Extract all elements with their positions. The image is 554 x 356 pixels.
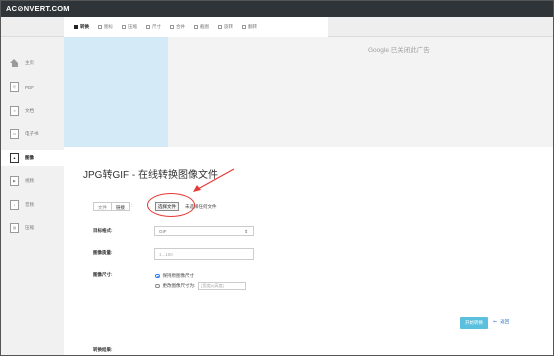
size-keep-option[interactable]: 保持原图像尺寸 — [155, 273, 194, 279]
tab-convert[interactable]: 转换 — [74, 24, 89, 30]
sidebar-item-document[interactable]: ≡ 文档 — [0, 103, 64, 119]
tab-merge[interactable]: 合并 — [170, 24, 185, 30]
tab-checkbox-icon — [242, 25, 246, 29]
sidebar-item-label: 压缩 — [25, 225, 34, 230]
annotation-circle — [147, 193, 195, 217]
audio-file-icon: ♪ — [10, 200, 19, 210]
quality-placeholder: 1...100 — [159, 251, 173, 257]
tab-label: 翻转 — [248, 24, 257, 29]
chevron-updown-icon: ⇕ — [244, 229, 248, 234]
result-label: 转换结果: — [93, 347, 113, 352]
tab-label: 转换 — [80, 24, 89, 29]
archive-file-icon: ▥ — [10, 223, 19, 233]
tab-compress[interactable]: 压缩 — [122, 24, 137, 30]
target-format-value: GIF — [159, 228, 167, 234]
ad-banner-right — [168, 37, 554, 147]
document-file-icon: ≡ — [10, 106, 19, 116]
site-logo[interactable]: AC⊘NVERT.COM — [6, 4, 70, 13]
size-placeholder: [宽度]x[高度] — [201, 283, 224, 288]
sidebar-item-label: 音频 — [25, 202, 34, 207]
tab-label: 压缩 — [128, 24, 137, 29]
tab-label: 截图 — [200, 24, 209, 29]
source-mode-toggle: 文件 链接 — [93, 202, 130, 211]
start-convert-button[interactable]: 开始转换 — [460, 317, 488, 329]
video-file-icon: ▶ — [10, 176, 19, 186]
tab-label: 合并 — [176, 24, 185, 29]
tab-checkbox-icon — [170, 25, 174, 29]
sidebar-item-label: 电子书 — [25, 131, 39, 136]
sidebar: 主页 ⎘ PDF ≡ 文档 ▭ 电子书 ▲ 图像 ▶ 视频 ♪ 音频 ▥ 压缩 — [0, 37, 64, 356]
ebook-file-icon: ▭ — [10, 129, 19, 139]
sidebar-item-video[interactable]: ▶ 视频 — [0, 173, 64, 189]
tab-checkbox-icon — [146, 25, 150, 29]
tab-label: 尺寸 — [152, 24, 161, 29]
size-keep-label: 保持原图像尺寸 — [162, 273, 195, 278]
sidebar-item-label: 文档 — [25, 108, 34, 113]
sidebar-item-home[interactable]: 主页 — [0, 55, 64, 71]
sidebar-item-label: PDF — [25, 84, 34, 90]
tab-checkbox-icon — [74, 25, 78, 29]
tab-resize[interactable]: 尺寸 — [146, 24, 161, 30]
sidebar-item-label: 图像 — [25, 155, 34, 160]
ad-closed-notice: Google 已关闭此广告 — [368, 47, 430, 54]
image-file-icon: ▲ — [10, 153, 19, 163]
quality-label: 图像质量: — [93, 250, 113, 255]
target-format-label: 目标格式: — [93, 228, 113, 233]
tab-icon[interactable]: 图标 — [98, 24, 113, 30]
tab-rotate[interactable]: 旋转 — [218, 24, 233, 30]
back-link-label: 返回 — [500, 319, 510, 324]
tab-label: 图标 — [104, 24, 113, 29]
size-change-label: 更改图像尺寸为: — [162, 283, 196, 288]
tab-checkbox-icon — [98, 25, 102, 29]
quality-input[interactable]: 1...100 — [154, 248, 254, 260]
size-change-option[interactable]: 更改图像尺寸为: [宽度]x[高度] — [155, 282, 247, 290]
sidebar-item-ebook[interactable]: ▭ 电子书 — [0, 126, 64, 142]
top-header: AC⊘NVERT.COM — [0, 0, 554, 17]
sidebar-item-archive[interactable]: ▥ 压缩 — [0, 220, 64, 236]
tab-label: 旋转 — [224, 24, 233, 29]
sidebar-item-image[interactable]: ▲ 图像 — [0, 150, 64, 166]
mode-file-button[interactable]: 文件 — [94, 203, 111, 210]
sidebar-item-audio[interactable]: ♪ 音频 — [0, 197, 64, 213]
ad-banner-left — [64, 37, 168, 147]
sidebar-item-label: 视频 — [25, 178, 34, 183]
tab-crop[interactable]: 截图 — [194, 24, 209, 30]
back-link[interactable]: ⇐ 返回 — [493, 319, 509, 325]
image-size-label: 图像尺寸: — [93, 272, 113, 277]
radio-checked-icon[interactable] — [155, 273, 160, 279]
sidebar-item-label: 主页 — [25, 60, 34, 65]
back-arrow-icon: ⇐ — [493, 319, 498, 325]
pdf-file-icon: ⎘ — [10, 82, 19, 92]
sidebar-item-pdf[interactable]: ⎘ PDF — [0, 79, 64, 95]
target-format-select[interactable]: GIF ⇕ — [154, 226, 254, 236]
radio-unchecked-icon[interactable] — [155, 283, 160, 289]
mode-separator-icon: : — [131, 203, 133, 209]
mode-link-button[interactable]: 链接 — [111, 203, 129, 210]
tab-flip[interactable]: 翻转 — [242, 24, 257, 30]
annotation-arrow-icon — [193, 168, 235, 192]
home-icon — [10, 59, 19, 67]
size-input[interactable]: [宽度]x[高度] — [198, 282, 247, 290]
tab-checkbox-icon — [194, 25, 198, 29]
tab-checkbox-icon — [218, 25, 222, 29]
tool-tabs: 转换 图标 压缩 尺寸 合并 截图 旋转 翻转 — [64, 17, 328, 37]
tab-checkbox-icon — [122, 25, 126, 29]
